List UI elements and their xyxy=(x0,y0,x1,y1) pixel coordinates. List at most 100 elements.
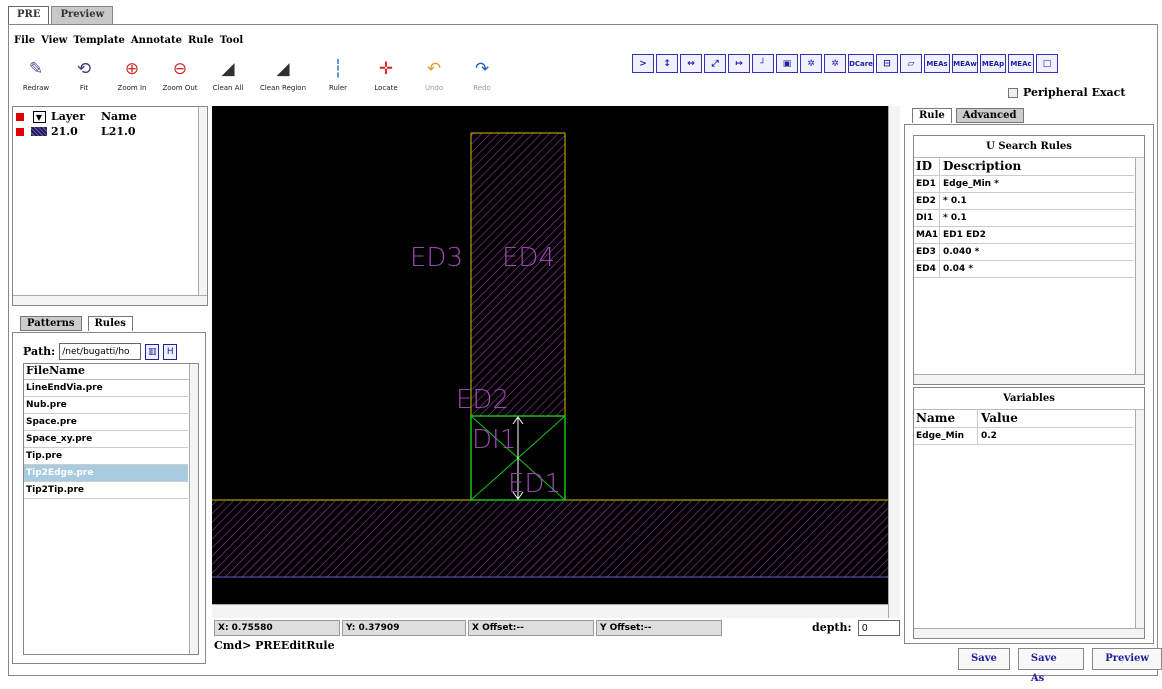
browse-icon[interactable]: ▥ xyxy=(145,343,160,360)
clean-all-tool[interactable]: ◢ Clean All xyxy=(204,54,252,100)
layer-row[interactable]: 21.0 L21.0 xyxy=(13,124,201,139)
menu-view[interactable]: View xyxy=(41,35,67,46)
rule-description[interactable]: * 0.1 xyxy=(940,193,1134,209)
redo-tool[interactable]: ↷ Redo xyxy=(458,54,506,100)
rule-tool-button[interactable]: > xyxy=(632,54,654,73)
table-row[interactable]: DI1 * 0.1 xyxy=(914,210,1134,227)
fit-tool[interactable]: ⟲ Fit xyxy=(60,54,108,100)
path-input[interactable] xyxy=(59,343,142,360)
variables-scrollbar[interactable] xyxy=(1135,410,1144,628)
variables-horizontal-scrollbar[interactable] xyxy=(914,628,1144,638)
command-line[interactable]: Cmd> PREEditRule xyxy=(214,639,335,652)
rule-tool-button[interactable]: MEAc xyxy=(1008,54,1034,73)
rule-tool-button[interactable]: MEAs xyxy=(924,54,950,73)
label-ed4: ED4 xyxy=(502,243,555,273)
file-list-scrollbar[interactable] xyxy=(189,364,198,654)
rules-horizontal-scrollbar[interactable] xyxy=(914,374,1144,384)
file-item[interactable]: LineEndVia.pre xyxy=(24,380,188,397)
rule-description[interactable]: ED1 ED2 xyxy=(940,227,1134,243)
menu-tool[interactable]: Tool xyxy=(220,35,243,46)
rule-tool-button[interactable]: ✲ xyxy=(824,54,846,73)
filename-header: FileName xyxy=(24,364,198,380)
layer-vertical-scrollbar[interactable] xyxy=(198,107,207,295)
table-row[interactable]: Edge_Min 0.2 xyxy=(914,428,1134,445)
rule-tool-button[interactable]: □ xyxy=(1036,54,1058,73)
peripheral-exact-option[interactable]: Peripheral Exact xyxy=(1008,86,1125,99)
tab-patterns[interactable]: Patterns xyxy=(20,316,82,331)
rule-tool-button[interactable]: ▱ xyxy=(900,54,922,73)
horizontal-shape[interactable] xyxy=(212,501,888,577)
file-item[interactable]: Tip2Edge.pre xyxy=(24,465,188,482)
rule-tool-button[interactable]: ⊟ xyxy=(876,54,898,73)
rule-tool-button[interactable]: ↦ xyxy=(728,54,750,73)
menu-file[interactable]: File xyxy=(14,35,35,46)
table-row[interactable]: ED1 Edge_Min * xyxy=(914,176,1134,193)
home-icon[interactable]: H xyxy=(163,343,178,360)
clean-region-tool[interactable]: ◢ Clean Region xyxy=(252,54,314,100)
visibility-icon[interactable] xyxy=(16,112,24,121)
redraw-icon: ✎ xyxy=(28,59,44,79)
table-row[interactable]: ED2 * 0.1 xyxy=(914,193,1134,210)
layout-canvas[interactable]: ED3 ED4 ED2 DI1 ED1 xyxy=(212,106,888,604)
file-item[interactable]: Space.pre xyxy=(24,414,188,431)
depth-input[interactable] xyxy=(858,620,900,636)
menu-template[interactable]: Template xyxy=(73,35,125,46)
locate-tool[interactable]: ✛ Locate xyxy=(362,54,410,100)
fit-icon: ⟲ xyxy=(76,59,92,79)
rule-tool-button[interactable]: ↔ xyxy=(680,54,702,73)
tab-rules[interactable]: Rules xyxy=(87,316,133,331)
rule-description[interactable]: 0.04 * xyxy=(940,261,1134,277)
file-item[interactable]: Tip.pre xyxy=(24,448,188,465)
label-ed2: ED2 xyxy=(456,385,509,415)
tool-label: Clean Region xyxy=(259,84,307,92)
canvas-vertical-scrollbar[interactable] xyxy=(888,106,900,618)
layer-table: ▼ Layer Name 21.0 L21.0 xyxy=(13,109,201,139)
file-item[interactable]: Space_xy.pre xyxy=(24,431,188,448)
rule-description[interactable]: 0.040 * xyxy=(940,244,1134,260)
rule-tool-button[interactable]: MEAp xyxy=(980,54,1006,73)
canvas-horizontal-scrollbar[interactable] xyxy=(212,604,888,618)
rule-tool-button[interactable]: ▣ xyxy=(776,54,798,73)
zoom-out-tool[interactable]: ⊖ Zoom Out xyxy=(156,54,204,100)
rule-tool-button[interactable]: MEAw xyxy=(952,54,978,73)
rule-tool-button[interactable]: ┘ xyxy=(752,54,774,73)
rule-description[interactable]: Edge_Min * xyxy=(940,176,1134,192)
table-row[interactable]: ED4 0.04 * xyxy=(914,261,1134,278)
tab-pre[interactable]: PRE xyxy=(8,6,50,24)
zoom-in-tool[interactable]: ⊕ Zoom In xyxy=(108,54,156,100)
ruler-tool[interactable]: ┆ Ruler xyxy=(314,54,362,100)
file-item[interactable]: Tip2Tip.pre xyxy=(24,482,188,499)
chevron-down-icon[interactable]: ▼ xyxy=(32,110,46,123)
save-as-button[interactable]: Save As xyxy=(1017,648,1085,684)
peripheral-exact-checkbox[interactable] xyxy=(1008,87,1018,98)
layer-panel: ▼ Layer Name 21.0 L21.0 xyxy=(12,106,208,306)
undo-tool[interactable]: ↶ Undo xyxy=(410,54,458,100)
layer-number: 21.0 xyxy=(51,125,78,138)
tab-advanced[interactable]: Advanced xyxy=(955,108,1024,123)
menu-annotate[interactable]: Annotate xyxy=(131,35,182,46)
rule-id: ED2 xyxy=(914,193,940,209)
rule-description[interactable]: * 0.1 xyxy=(940,210,1134,226)
rule-tool-button[interactable]: ↕ xyxy=(656,54,678,73)
visibility-icon[interactable] xyxy=(16,127,24,136)
save-button[interactable]: Save xyxy=(958,648,1010,670)
tab-preview[interactable]: Preview xyxy=(51,6,114,24)
undo-icon: ↶ xyxy=(426,59,442,79)
layer-horizontal-scrollbar[interactable] xyxy=(13,295,207,305)
rule-tool-button[interactable]: ⤢ xyxy=(704,54,726,73)
redraw-tool[interactable]: ✎ Redraw xyxy=(12,54,60,100)
variable-value[interactable]: 0.2 xyxy=(978,428,1134,444)
layout-drawing[interactable]: ED3 ED4 ED2 DI1 ED1 xyxy=(212,106,888,604)
tool-label: Zoom Out xyxy=(162,84,198,92)
tab-rule[interactable]: Rule xyxy=(912,108,952,123)
table-row[interactable]: ED3 0.040 * xyxy=(914,244,1134,261)
preview-button[interactable]: Preview xyxy=(1092,648,1162,670)
rule-tool-button[interactable]: DCare xyxy=(848,54,874,73)
table-row[interactable]: MA1 ED1 ED2 xyxy=(914,227,1134,244)
rule-tool-button[interactable]: ✲ xyxy=(800,54,822,73)
rules-scrollbar[interactable] xyxy=(1135,158,1144,374)
menu-rule[interactable]: Rule xyxy=(188,35,214,46)
file-item[interactable]: Nub.pre xyxy=(24,397,188,414)
vertical-shape[interactable] xyxy=(471,133,565,416)
tool-label: Fit xyxy=(79,84,89,92)
